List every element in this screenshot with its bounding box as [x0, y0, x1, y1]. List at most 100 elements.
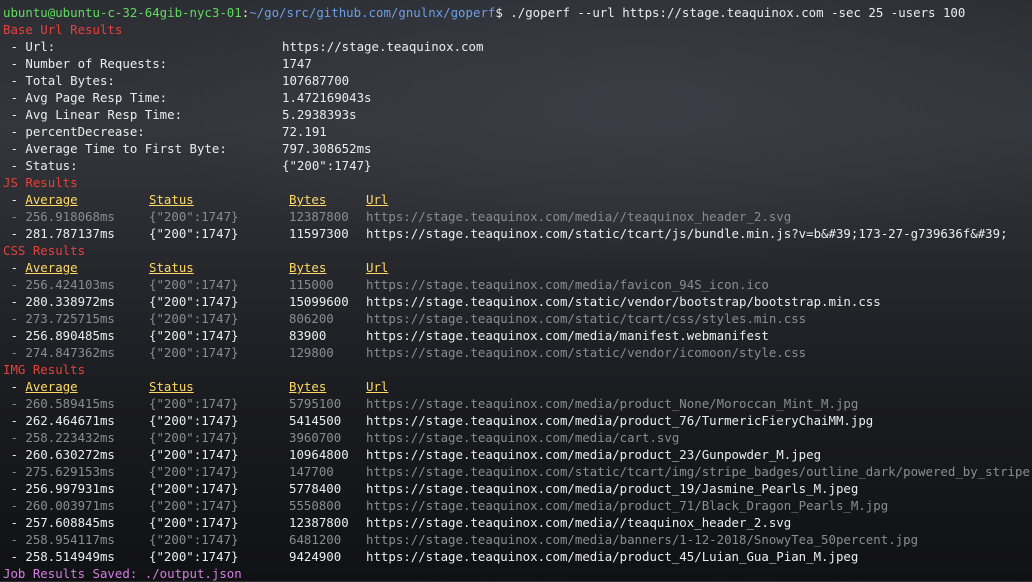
css-result-row: - 274.847362ms {"200":1747} 129800 https://… — [3, 344, 1032, 361]
column-header-bytes: Bytes — [289, 192, 327, 207]
result-url: https://stage.teaquinox.com/static/vendo… — [366, 294, 881, 309]
terminal-window[interactable]: ubuntu@ubuntu-c-32-64gib-nyc3-01:~/go/sr… — [0, 0, 1032, 581]
base-results-title: Base Url Results — [3, 22, 123, 37]
result-status: {"200":1747} — [149, 328, 239, 343]
result-url: https://stage.teaquinox.com/static/tcart… — [366, 226, 1008, 241]
prompt-user-host: ubuntu@ubuntu-c-32-64gib-nyc3-01 — [3, 5, 242, 20]
result-status: {"200":1747} — [149, 209, 239, 224]
base-result-key: - percentDecrease: — [3, 124, 145, 139]
column-header-dash: - — [3, 192, 26, 207]
result-bytes: 147700 — [289, 464, 334, 479]
img-column-header: - Average Status Bytes Url — [3, 378, 1032, 395]
base-result-row: - Avg Page Resp Time: 1.472169043s — [3, 89, 1032, 106]
result-average: - 275.629153ms — [3, 464, 115, 479]
base-result-value: 107687700 — [282, 73, 350, 88]
column-header-bytes: Bytes — [289, 379, 327, 394]
result-average: - 257.608845ms — [3, 515, 115, 530]
result-url: https://stage.teaquinox.com/media/produc… — [366, 481, 859, 496]
result-bytes: 9424900 — [289, 549, 342, 564]
result-status: {"200":1747} — [149, 549, 239, 564]
command-line: ubuntu@ubuntu-c-32-64gib-nyc3-01:~/go/sr… — [3, 4, 1032, 21]
result-url: https://stage.teaquinox.com/media/manife… — [366, 328, 769, 343]
img-result-row: - 260.003971ms {"200":1747} 5550800 https:/… — [3, 497, 1032, 514]
base-result-key: - Avg Page Resp Time: — [3, 90, 168, 105]
base-result-row: - Url: https://stage.teaquinox.com — [3, 38, 1032, 55]
css-results-table: - 256.424103ms {"200":1747} 115000 https://… — [3, 276, 1032, 361]
css-result-row: - 280.338972ms {"200":1747} 15099600 https:… — [3, 293, 1032, 310]
result-status: {"200":1747} — [149, 413, 239, 428]
result-status: {"200":1747} — [149, 226, 239, 241]
result-status: {"200":1747} — [149, 311, 239, 326]
result-bytes: 10964800 — [289, 447, 349, 462]
css-result-row: - 273.725715ms {"200":1747} 806200 https://… — [3, 310, 1032, 327]
result-average: - 273.725715ms — [3, 311, 115, 326]
css-result-row: - 256.424103ms {"200":1747} 115000 https://… — [3, 276, 1032, 293]
result-bytes: 5550800 — [289, 498, 342, 513]
base-result-row: - percentDecrease: 72.191 — [3, 123, 1032, 140]
img-result-row: - 260.589415ms {"200":1747} 5795100 https:/… — [3, 395, 1032, 412]
result-url: https://stage.teaquinox.com/media/produc… — [366, 413, 874, 428]
base-result-key: - Url: — [3, 39, 56, 54]
column-header-status: Status — [149, 260, 194, 275]
img-result-row: - 258.954117ms {"200":1747} 6481200 https:/… — [3, 531, 1032, 548]
img-result-row: - 260.630272ms {"200":1747} 10964800 https:… — [3, 446, 1032, 463]
base-result-value: https://stage.teaquinox.com — [282, 39, 484, 54]
result-bytes: 15099600 — [289, 294, 349, 309]
result-average: - 256.997931ms — [3, 481, 115, 496]
base-result-key: - Number of Requests: — [3, 56, 168, 71]
job-saved-message: Job Results Saved: ./output.json — [3, 566, 242, 581]
result-bytes: 806200 — [289, 311, 334, 326]
css-results-title: CSS Results — [3, 243, 86, 258]
result-average: - 260.630272ms — [3, 447, 115, 462]
result-bytes: 5778400 — [289, 481, 342, 496]
result-bytes: 129800 — [289, 345, 334, 360]
command-text: $ ./goperf --url https://stage.teaquinox… — [495, 5, 966, 20]
js-result-row: - 281.787137ms {"200":1747} 11597300 https:… — [3, 225, 1032, 242]
result-url: https://stage.teaquinox.com/media/favico… — [366, 277, 769, 292]
base-result-value: 797.308652ms — [282, 141, 372, 156]
result-average: - 260.003971ms — [3, 498, 115, 513]
result-bytes: 5795100 — [289, 396, 342, 411]
result-bytes: 12387800 — [289, 515, 349, 530]
js-results-table: - 256.918068ms {"200":1747} 12387800 https:… — [3, 208, 1032, 242]
result-url: https://stage.teaquinox.com/media/produc… — [366, 549, 859, 564]
column-header-bytes: Bytes — [289, 260, 327, 275]
column-header-average-label: Average — [25, 379, 78, 394]
column-header-average-label: Average — [25, 260, 78, 275]
result-average: - 256.424103ms — [3, 277, 115, 292]
result-status: {"200":1747} — [149, 294, 239, 309]
result-bytes: 3960700 — [289, 430, 342, 445]
column-header-average: - Average — [3, 378, 78, 395]
result-status: {"200":1747} — [149, 345, 239, 360]
result-bytes: 12387800 — [289, 209, 349, 224]
result-url: https://stage.teaquinox.com/media/cart.s… — [366, 430, 680, 445]
base-result-value: {"200":1747} — [282, 158, 372, 173]
img-results-table: - 260.589415ms {"200":1747} 5795100 https:/… — [3, 395, 1032, 565]
result-average: - 281.787137ms — [3, 226, 115, 241]
base-result-row: - Avg Linear Resp Time: 5.2938393s — [3, 106, 1032, 123]
img-result-row: - 257.608845ms {"200":1747} 12387800 https:… — [3, 514, 1032, 531]
prompt-path: ~/go/src/github.com/gnulnx/goperf — [249, 5, 496, 20]
base-result-row: - Total Bytes: 107687700 — [3, 72, 1032, 89]
result-bytes: 11597300 — [289, 226, 349, 241]
result-status: {"200":1747} — [149, 464, 239, 479]
base-result-row: - Average Time to First Byte: 797.308652m… — [3, 140, 1032, 157]
column-header-average: - Average — [3, 259, 78, 276]
img-result-row: - 256.997931ms {"200":1747} 5778400 https:/… — [3, 480, 1032, 497]
result-average: - 274.847362ms — [3, 345, 115, 360]
result-url: https://stage.teaquinox.com/static/tcart… — [366, 464, 1032, 479]
column-header-status: Status — [149, 192, 194, 207]
base-result-key: - Average Time to First Byte: — [3, 141, 227, 156]
column-header-url: Url — [366, 379, 389, 394]
js-results-title: JS Results — [3, 175, 78, 190]
css-result-row: - 256.890485ms {"200":1747} 83900 https://s… — [3, 327, 1032, 344]
base-result-key: - Avg Linear Resp Time: — [3, 107, 183, 122]
result-url: https://stage.teaquinox.com/media//teaqu… — [366, 515, 792, 530]
result-average: - 258.954117ms — [3, 532, 115, 547]
result-average: - 256.918068ms — [3, 209, 115, 224]
result-url: https://stage.teaquinox.com/media/banner… — [366, 532, 919, 547]
result-url: https://stage.teaquinox.com/media/produc… — [366, 447, 822, 462]
result-average: - 280.338972ms — [3, 294, 115, 309]
img-result-row: - 258.223432ms {"200":1747} 3960700 https:/… — [3, 429, 1032, 446]
column-header-dash: - — [3, 379, 26, 394]
